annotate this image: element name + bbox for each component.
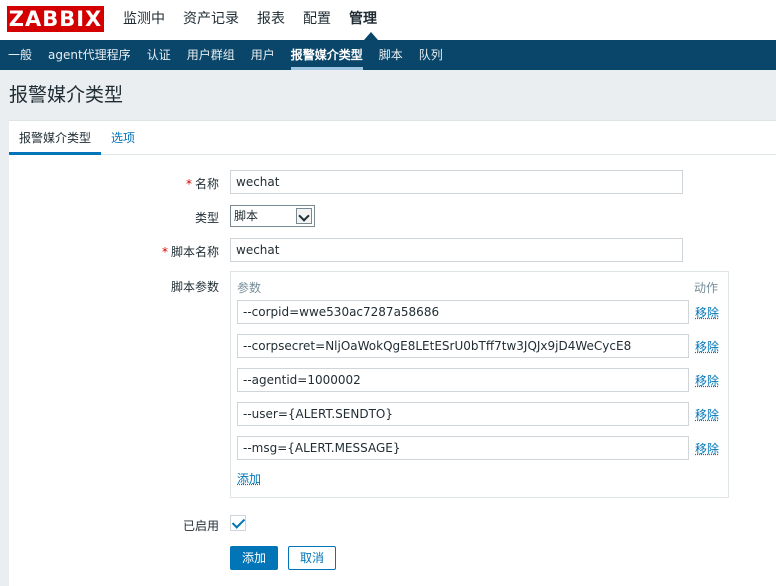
tab-media-type[interactable]: 报警媒介类型	[9, 121, 101, 155]
name-input[interactable]: wechat	[230, 170, 683, 194]
top-nav-monitoring[interactable]: 监测中	[114, 0, 174, 40]
top-nav: 监测中 资产记录 报表 配置 管理	[114, 0, 386, 40]
script-params-label: 脚本参数	[170, 280, 219, 294]
enabled-label: 已启用	[182, 519, 219, 533]
script-params-table: 参数 动作 --corpid=wwe530ac7287a58686 移除 --c…	[230, 271, 729, 498]
top-nav-configuration[interactable]: 配置	[294, 0, 340, 40]
script-name-label: * 脚本名称	[161, 245, 219, 259]
remove-param-link[interactable]: 移除	[695, 338, 719, 355]
type-select-value: 脚本	[234, 209, 259, 223]
remove-param-link[interactable]: 移除	[695, 304, 719, 321]
param-input[interactable]: --user={ALERT.SENDTO}	[237, 402, 689, 426]
type-label: 类型	[194, 211, 219, 225]
remove-param-link[interactable]: 移除	[695, 372, 719, 389]
required-marker: *	[161, 245, 168, 259]
name-label: * 名称	[185, 177, 219, 191]
top-bar: ZABBIX 监测中 资产记录 报表 配置 管理	[0, 0, 776, 40]
add-param-link[interactable]: 添加	[237, 470, 261, 487]
sub-nav-queue[interactable]: 队列	[411, 40, 451, 70]
sub-nav: 一般 agent代理程序 认证 用户群组 用户 报警媒介类型 脚本 队列	[0, 40, 776, 70]
top-nav-reports[interactable]: 报表	[248, 0, 294, 40]
top-nav-inventory[interactable]: 资产记录	[174, 0, 248, 40]
sub-nav-scripts[interactable]: 脚本	[371, 40, 411, 70]
sub-nav-bar: 一般 agent代理程序 认证 用户群组 用户 报警媒介类型 脚本 队列	[0, 40, 776, 70]
zabbix-logo[interactable]: ZABBIX	[7, 6, 104, 32]
param-input[interactable]: --corpid=wwe530ac7287a58686	[237, 300, 689, 324]
required-marker: *	[185, 177, 192, 191]
chevron-down-icon[interactable]	[296, 208, 312, 224]
remove-param-link[interactable]: 移除	[695, 406, 719, 423]
sub-nav-user-groups[interactable]: 用户群组	[179, 40, 243, 70]
actions-column-header: 动作	[694, 281, 719, 295]
top-nav-administration[interactable]: 管理	[340, 0, 386, 40]
type-select[interactable]: 脚本	[230, 205, 315, 227]
form-panel: 报警媒介类型 选项 * 名称 wechat 类型 脚本 * 脚本名称 wechat …	[9, 120, 776, 586]
tab-bar: 报警媒介类型 选项	[9, 121, 776, 155]
sub-nav-users[interactable]: 用户	[243, 40, 283, 70]
param-input[interactable]: --msg={ALERT.MESSAGE}	[237, 436, 689, 460]
script-name-input[interactable]: wechat	[230, 238, 683, 262]
sub-nav-general[interactable]: 一般	[0, 40, 40, 70]
active-nav-caret-icon	[364, 32, 378, 40]
remove-param-link[interactable]: 移除	[695, 440, 719, 457]
add-button[interactable]: 添加	[230, 546, 278, 570]
page-title: 报警媒介类型	[9, 84, 124, 106]
cancel-button[interactable]: 取消	[288, 546, 336, 570]
sub-nav-proxies[interactable]: agent代理程序	[40, 40, 139, 70]
enabled-checkbox[interactable]	[230, 515, 246, 531]
param-input[interactable]: --agentid=1000002	[237, 368, 689, 392]
sub-nav-media-types[interactable]: 报警媒介类型	[283, 40, 371, 70]
params-column-header: 参数	[237, 281, 262, 295]
sub-nav-authentication[interactable]: 认证	[139, 40, 179, 70]
param-input[interactable]: --corpsecret=NljOaWokQgE8LEtESrU0bTff7tw…	[237, 334, 689, 358]
tab-options[interactable]: 选项	[111, 121, 135, 155]
